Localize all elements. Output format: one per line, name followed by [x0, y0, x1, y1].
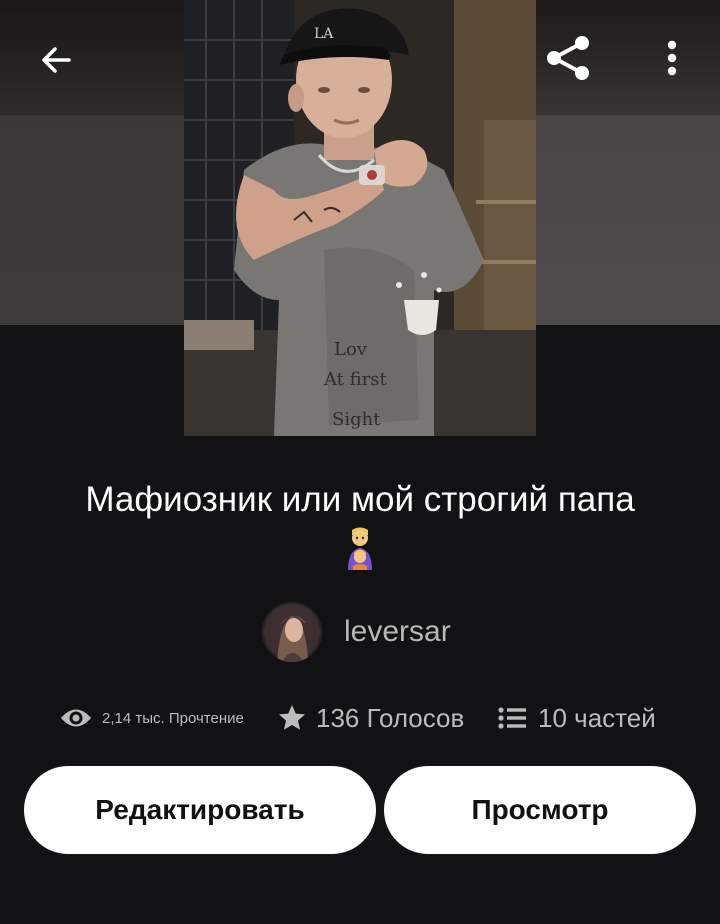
- parts-stat[interactable]: 10 частей: [498, 695, 656, 741]
- svg-text:At first: At first: [323, 369, 387, 390]
- reads-count: 2,14 тыс. Прочтение: [102, 709, 244, 727]
- star-icon: [279, 705, 305, 730]
- author-avatar: [262, 602, 322, 662]
- arrow-left-icon: [42, 47, 71, 73]
- more-vert-icon: [667, 40, 677, 76]
- author-link[interactable]: leversar: [262, 602, 451, 662]
- story-title-text: Мафиозник или мой строгий папа: [85, 480, 635, 519]
- father-with-child-emoji: [348, 527, 372, 570]
- share-button[interactable]: [538, 28, 598, 88]
- top-bar: [0, 0, 720, 115]
- view-button[interactable]: Просмотр: [384, 766, 696, 854]
- story-details-screen: Lov At first Sight LA Мафиозник или мой …: [0, 0, 720, 924]
- story-title: Мафиозник или мой строгий папа: [20, 478, 700, 570]
- edit-button[interactable]: Редактировать: [24, 766, 376, 854]
- votes-stat: 136 Голосов: [278, 695, 464, 741]
- svg-text:Lov: Lov: [334, 339, 368, 360]
- svg-text:Sight: Sight: [332, 409, 381, 430]
- list-icon: [498, 707, 526, 729]
- more-options-button[interactable]: [642, 28, 702, 88]
- story-stats: 2,14 тыс. Прочтение 136 Голосов 10 часте…: [0, 695, 720, 741]
- author-name: leversar: [344, 615, 451, 648]
- votes-count: 136 Голосов: [316, 702, 465, 733]
- reads-stat: 2,14 тыс. Прочтение: [60, 695, 244, 741]
- eye-icon: [61, 709, 91, 727]
- parts-count: 10 частей: [538, 702, 656, 733]
- share-icon: [547, 36, 589, 80]
- back-button[interactable]: [26, 30, 86, 90]
